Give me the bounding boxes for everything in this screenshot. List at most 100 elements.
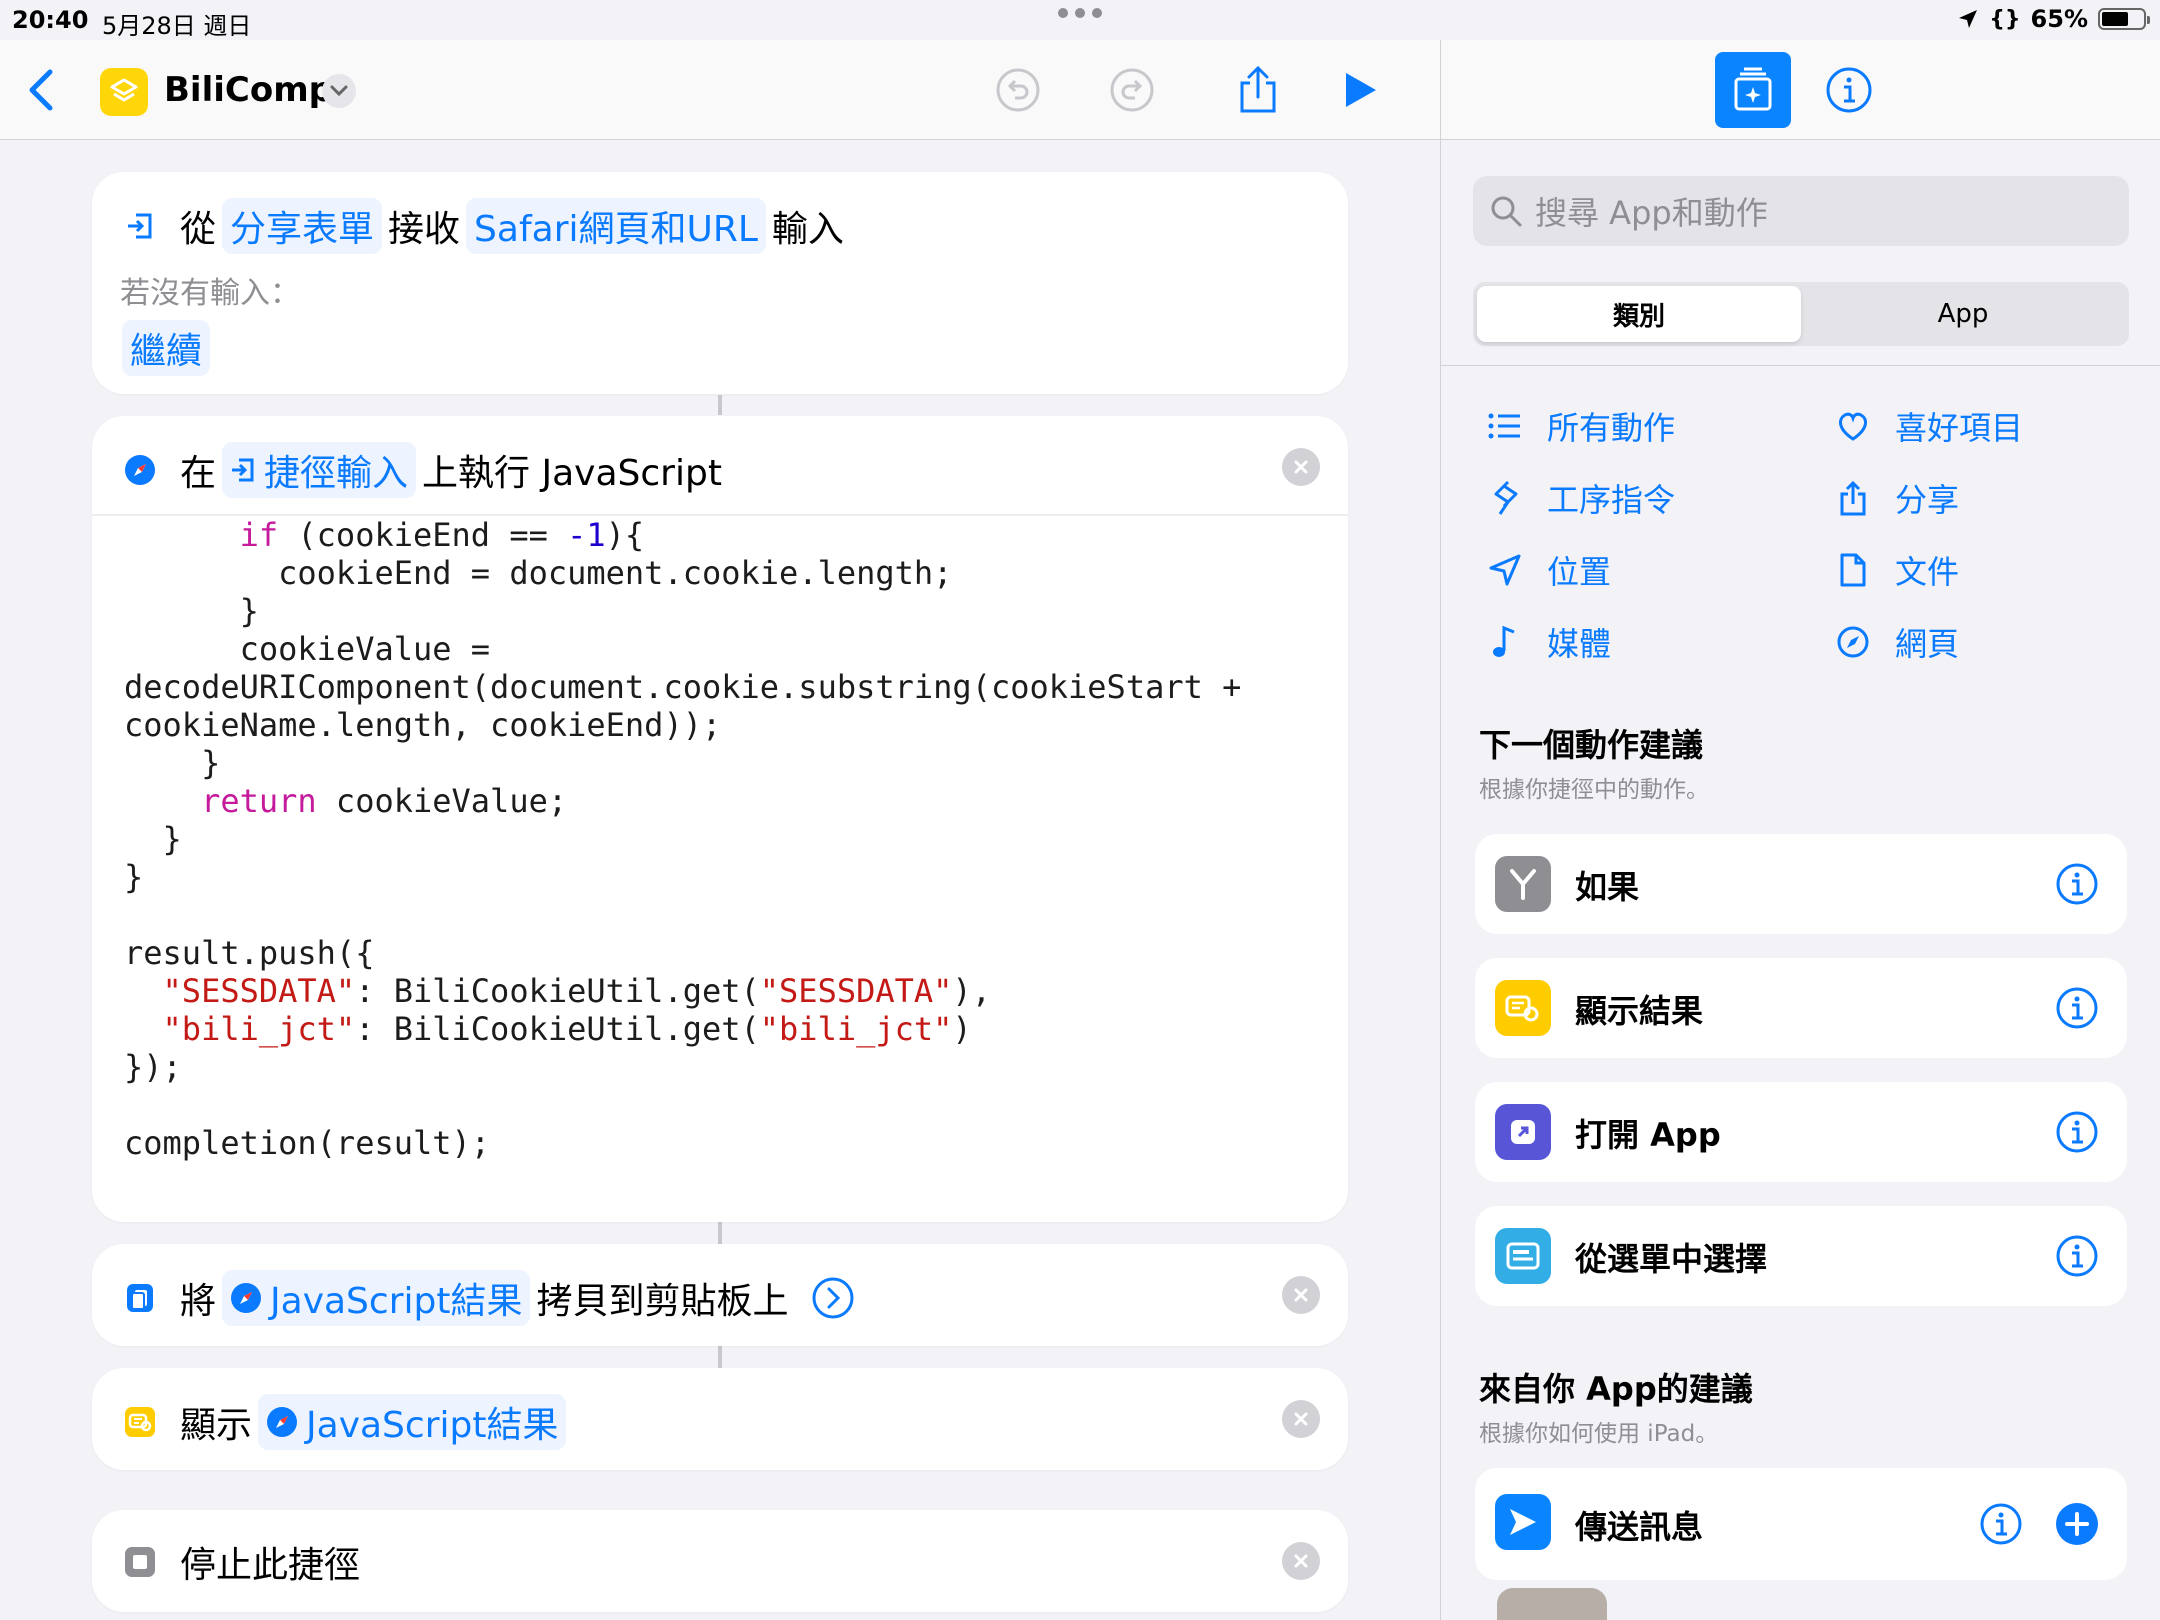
battery-icon <box>2098 8 2150 30</box>
shortcut-input-token[interactable]: 捷徑輸入 <box>222 442 417 498</box>
library-sparkle-icon <box>1734 67 1772 111</box>
show-result-icon <box>1495 980 1551 1036</box>
stop-shortcut-action[interactable]: 停止此捷徑 <box>92 1510 1348 1612</box>
remove-action-button[interactable] <box>1282 1542 1320 1580</box>
code-line: cookieEnd = document.cookie.length; <box>278 554 953 592</box>
source-token[interactable]: 分享表單 <box>222 198 383 254</box>
suggestion-choose-from-menu[interactable]: 從選單中選擇 <box>1475 1206 2127 1306</box>
scripting-icon <box>1485 478 1525 518</box>
close-icon <box>1294 460 1308 474</box>
info-icon[interactable] <box>2055 1234 2099 1278</box>
panel-divider <box>1441 365 2160 366</box>
copy-to-clipboard-action[interactable]: 將 JavaScript結果 拷貝到剪貼板上 <box>92 1244 1348 1346</box>
input-types-token[interactable]: Safari網頁和URL <box>466 198 766 254</box>
run-javascript-action[interactable]: 在 捷徑輸入 上執行 JavaScript if (cookieEnd == -… <box>92 416 1348 1222</box>
share-icon <box>1833 478 1873 518</box>
code-line: } <box>124 858 144 896</box>
status-right: {} 65% <box>1957 5 2150 33</box>
remove-action-button[interactable] <box>1282 1400 1320 1438</box>
copy-suffix: 拷貝到剪貼板上 <box>536 1281 789 1322</box>
info-icon[interactable] <box>1825 66 1873 114</box>
redo-icon <box>1110 68 1154 112</box>
suggestion-send-message[interactable]: 傳送訊息 <box>1475 1468 2127 1580</box>
stop-row: 停止此捷徑 <box>124 1536 360 1588</box>
open-app-icon <box>1495 1104 1551 1160</box>
contact-avatar[interactable] <box>1497 1588 1607 1620</box>
next-action-title: 下一個動作建議 <box>1479 726 1704 764</box>
javascript-result-label: JavaScript結果 <box>270 1281 523 1322</box>
category-documents[interactable]: 文件 <box>1833 544 2125 596</box>
location-arrow-icon <box>1485 550 1525 590</box>
shortcut-input-label: 捷徑輸入 <box>264 453 409 494</box>
remove-action-button[interactable] <box>1282 1276 1320 1314</box>
suggestion-if[interactable]: 如果 <box>1475 834 2127 934</box>
category-scripting[interactable]: 工序指令 <box>1485 472 1833 524</box>
shortcut-title[interactable]: BiliComp <box>164 70 333 110</box>
category-favorites[interactable]: 喜好項目 <box>1833 400 2125 452</box>
suggestion-label: 從選單中選擇 <box>1575 1240 1768 1278</box>
suggestion-label: 傳送訊息 <box>1575 1508 1704 1546</box>
expand-button[interactable] <box>811 1276 855 1320</box>
suggestion-label: 如果 <box>1575 868 1640 906</box>
multitasking-dots[interactable] <box>1058 8 1102 18</box>
action-connector <box>718 395 722 415</box>
run-button[interactable] <box>1334 64 1386 116</box>
javascript-result-token[interactable]: JavaScript結果 <box>222 1270 531 1326</box>
at-label: 在 <box>180 453 217 494</box>
category-media[interactable]: 媒體 <box>1485 616 1833 668</box>
category-grid: 所有動作 喜好項目 工序指令 分享 位置 文件 媒體 網頁 <box>1485 400 2125 668</box>
list-icon <box>1485 406 1525 446</box>
safari-compass-icon <box>124 454 156 486</box>
copy-prefix: 將 <box>180 1281 217 1322</box>
play-icon <box>1346 73 1376 107</box>
back-chevron-icon[interactable] <box>22 66 62 114</box>
paper-plane-icon <box>1495 1494 1551 1550</box>
info-icon[interactable] <box>2055 862 2099 906</box>
suggestion-open-app[interactable]: 打開 App <box>1475 1082 2127 1182</box>
stop-label: 停止此捷徑 <box>180 1545 361 1586</box>
add-icon[interactable] <box>2055 1502 2099 1546</box>
code-line: return cookieValue; <box>201 782 568 820</box>
remove-action-button[interactable] <box>1282 448 1320 486</box>
info-icon[interactable] <box>1979 1502 2023 1546</box>
redo-button[interactable] <box>1106 64 1158 116</box>
continue-token[interactable]: 繼續 <box>122 320 211 376</box>
receive-label: 接收 <box>388 209 461 250</box>
branch-icon <box>1495 856 1551 912</box>
undo-button[interactable] <box>992 64 1044 116</box>
action-connector <box>718 1346 722 1368</box>
category-label: 分享 <box>1895 481 1960 519</box>
code-line: } <box>162 820 182 858</box>
category-location[interactable]: 位置 <box>1485 544 1833 596</box>
info-icon[interactable] <box>2055 1110 2099 1154</box>
suggestion-show-result[interactable]: 顯示結果 <box>1475 958 2127 1058</box>
stop-icon <box>124 1546 156 1578</box>
shortcut-icon[interactable] <box>100 68 148 116</box>
input-arrow-icon <box>230 456 256 484</box>
title-menu-button[interactable] <box>322 74 356 108</box>
vpn-icon: {} <box>1989 6 2021 32</box>
javascript-result-token[interactable]: JavaScript結果 <box>258 1394 567 1450</box>
status-time: 20:40 <box>12 6 89 34</box>
close-icon <box>1294 1412 1308 1426</box>
code-line: cookieValue = <box>239 630 491 668</box>
info-icon[interactable] <box>2055 986 2099 1030</box>
search-input[interactable]: 搜尋 App和動作 <box>1473 176 2129 246</box>
compass-icon <box>1833 622 1873 662</box>
action-library-button[interactable] <box>1715 52 1791 128</box>
code-line: } <box>201 744 221 782</box>
code-line: if (cookieEnd == -1){ <box>239 516 645 554</box>
undo-icon <box>996 68 1040 112</box>
share-button[interactable] <box>1232 64 1284 116</box>
run-javascript-row: 在 捷徑輸入 上執行 JavaScript <box>124 442 722 498</box>
category-web[interactable]: 網頁 <box>1833 616 2125 668</box>
category-all-actions[interactable]: 所有動作 <box>1485 400 1833 452</box>
segment-categories[interactable]: 類別 <box>1477 286 1801 342</box>
show-result-action[interactable]: 顯示 JavaScript結果 <box>92 1368 1348 1470</box>
receive-input-action[interactable]: 從 分享表單 接收 Safari網頁和URL 輸入 若沒有輸入： 繼續 <box>92 172 1348 394</box>
show-row: 顯示 JavaScript結果 <box>124 1394 572 1450</box>
category-share[interactable]: 分享 <box>1833 472 2125 524</box>
segment-apps[interactable]: App <box>1801 286 2125 342</box>
javascript-code-editor[interactable]: if (cookieEnd == -1){ cookieEnd = docume… <box>124 516 1241 1162</box>
show-result-icon <box>124 1406 156 1438</box>
